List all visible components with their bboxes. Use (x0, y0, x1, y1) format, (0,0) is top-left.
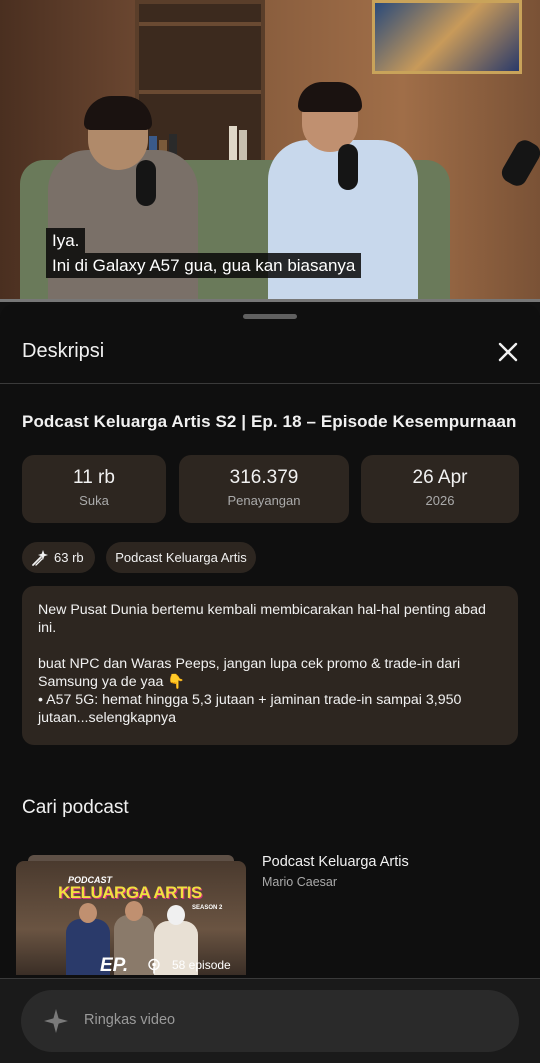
divider (0, 383, 540, 384)
summarize-video-button[interactable]: Ringkas video (21, 990, 519, 1052)
microphone (136, 160, 156, 206)
description-text: New Pusat Dunia bertemu kembali membicar… (38, 602, 486, 636)
podcast-icon (148, 958, 160, 974)
stat-label: Suka (79, 493, 109, 508)
description-box[interactable]: New Pusat Dunia bertemu kembali membicar… (22, 586, 518, 745)
super-thanks-icon (32, 550, 48, 566)
thumbnail-person-head (125, 901, 143, 921)
super-thanks-chip[interactable]: 63 rb (22, 542, 95, 573)
microphone (338, 144, 358, 190)
summarize-video-label: Ringkas video (84, 1012, 176, 1028)
bookshelf (135, 0, 265, 170)
description-text: • A57 5G: hemat hingga 5,3 jutaan + jami… (38, 692, 462, 726)
video-caption: Iya. Ini di Galaxy A57 gua, gua kan bias… (46, 228, 362, 278)
drag-handle[interactable] (243, 314, 297, 319)
video-title: Podcast Keluarga Artis S2 | Ep. 18 – Epi… (22, 412, 517, 431)
bottom-bar: Ringkas video (0, 979, 540, 1063)
description-text: buat NPC dan Waras Peeps, jangan lupa ce… (38, 656, 461, 690)
stat-views: 316.379 Penayangan (179, 455, 349, 523)
section-title: Cari podcast (22, 797, 129, 818)
episode-count-text: 58 episode (172, 958, 231, 972)
channel-chip[interactable]: Podcast Keluarga Artis (106, 542, 256, 573)
sparkle-icon (44, 1009, 68, 1033)
close-icon (498, 342, 518, 362)
host-left (48, 150, 198, 302)
podcast-author: Mario Caesar (262, 875, 338, 889)
thumbnail-person-head (167, 905, 185, 925)
thumbnail-ep-text: EP. (100, 955, 129, 975)
sheet-title: Deskripsi (22, 340, 105, 362)
stat-value: 316.379 (229, 467, 299, 488)
caption-line: Ini di Galaxy A57 gua, gua kan biasanya (46, 253, 362, 278)
thumbnail-logo-text: KELUARGA ARTIS (58, 883, 202, 902)
stat-likes: 11 rb Suka (22, 455, 166, 523)
stat-label: Penayangan (227, 493, 301, 508)
podcast-thumbnail[interactable]: PODCAST KELUARGA ARTIS SEASON 2 EP. 58 e… (16, 855, 246, 975)
podcast-name[interactable]: Podcast Keluarga Artis (262, 854, 409, 870)
caption-line: Iya. (46, 228, 86, 253)
stat-value: 11 rb (73, 467, 115, 488)
description-sheet: Deskripsi Podcast Keluarga Artis S2 | Ep… (0, 304, 540, 1063)
close-button[interactable] (494, 338, 522, 366)
wall-painting (372, 0, 522, 74)
stat-value: 26 Apr (412, 467, 468, 488)
super-thanks-count: 63 rb (54, 550, 84, 565)
thumbnail-person-head (79, 903, 97, 923)
stat-label: 2026 (425, 493, 455, 508)
stat-date: 26 Apr 2026 (361, 455, 519, 523)
thumbnail-logo-text: SEASON 2 (192, 905, 223, 911)
video-player[interactable]: Iya. Ini di Galaxy A57 gua, gua kan bias… (0, 0, 540, 302)
host-right-hair (298, 82, 362, 112)
video-progress-bar[interactable] (0, 299, 540, 302)
